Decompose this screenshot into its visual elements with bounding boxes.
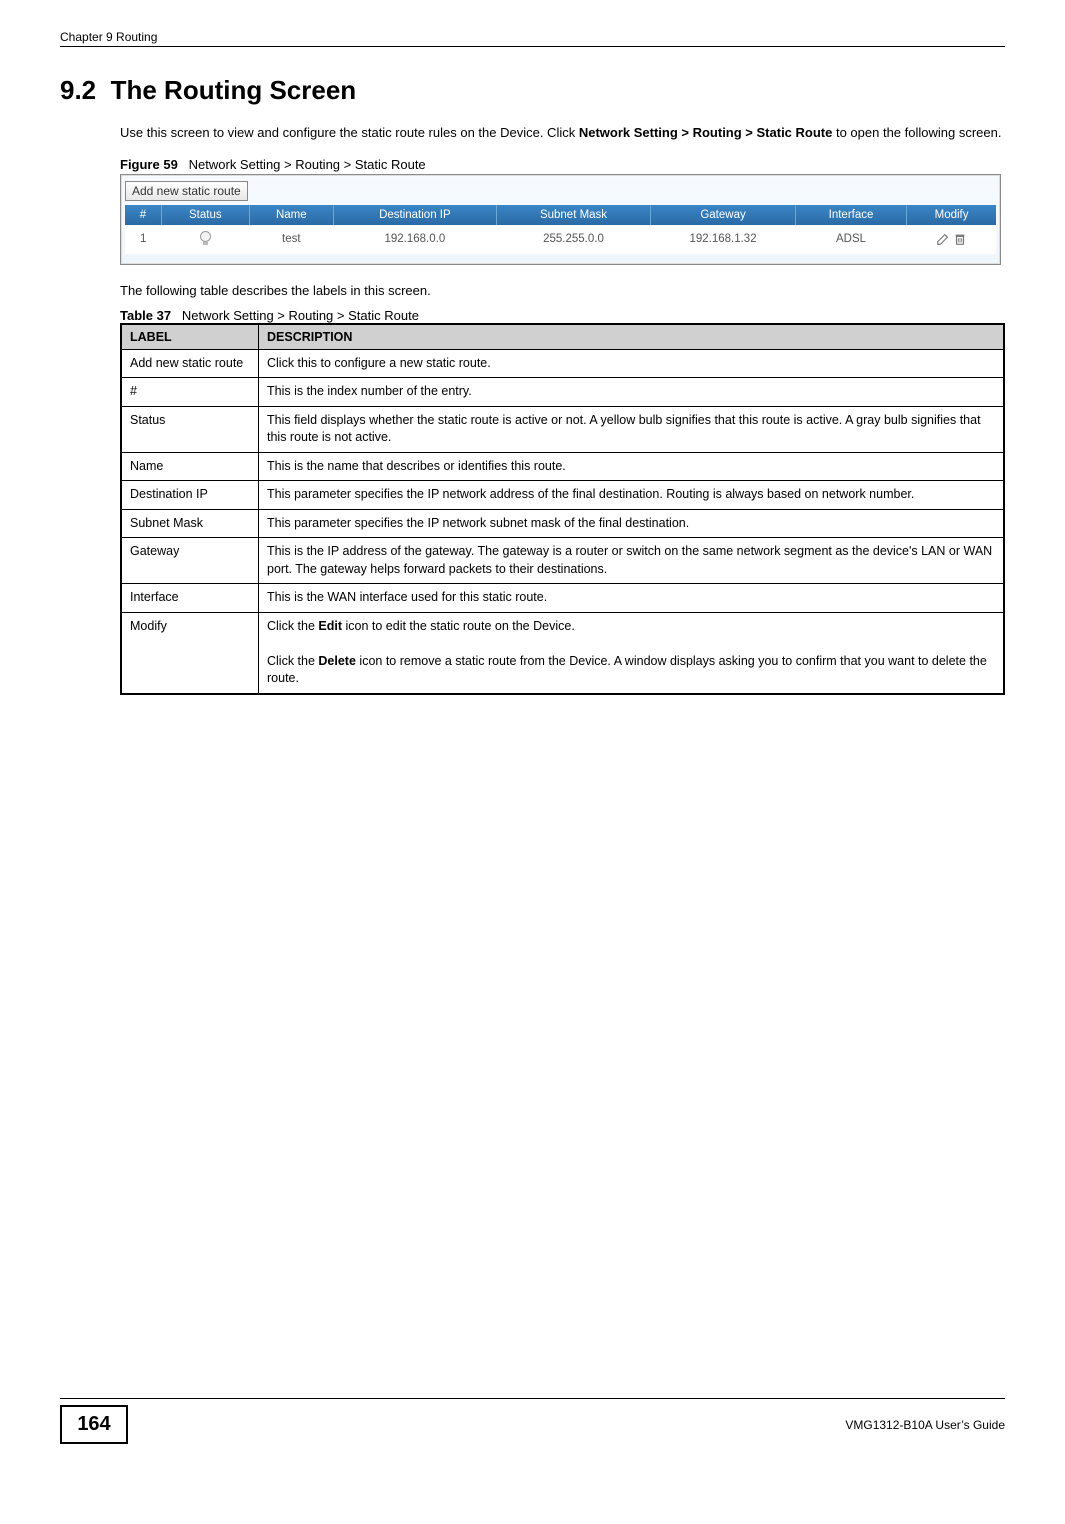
modify-bold-delete: Delete xyxy=(318,654,356,668)
modify-text: Click the xyxy=(267,619,318,633)
static-route-screenshot: Add new static route # Status Name Desti… xyxy=(120,174,1001,265)
col-modify: Modify xyxy=(907,205,996,225)
desc-label: Status xyxy=(121,406,259,452)
desc-row: Add new static route Click this to confi… xyxy=(121,349,1004,378)
chapter-label: Chapter 9 Routing xyxy=(60,30,157,44)
desc-row: Interface This is the WAN interface used… xyxy=(121,584,1004,613)
col-gw: Gateway xyxy=(651,205,796,225)
cell-gw: 192.168.1.32 xyxy=(651,225,796,254)
desc-header-row: LABEL DESCRIPTION xyxy=(121,324,1004,350)
page-number: 164 xyxy=(60,1405,128,1444)
desc-row: Status This field displays whether the s… xyxy=(121,406,1004,452)
desc-label: # xyxy=(121,378,259,407)
desc-head-desc: DESCRIPTION xyxy=(259,324,1005,350)
desc-label: Subnet Mask xyxy=(121,509,259,538)
page-footer: 164 VMG1312-B10A User’s Guide xyxy=(60,1398,1005,1444)
desc-text: Click this to configure a new static rou… xyxy=(259,349,1005,378)
cell-dest: 192.168.0.0 xyxy=(333,225,496,254)
cell-modify xyxy=(907,225,996,254)
desc-row: Destination IP This parameter specifies … xyxy=(121,481,1004,510)
desc-text: This is the index number of the entry. xyxy=(259,378,1005,407)
col-num: # xyxy=(125,205,161,225)
cell-status xyxy=(161,225,249,254)
figure-title: Network Setting > Routing > Static Route xyxy=(189,157,426,172)
guide-name: VMG1312-B10A User’s Guide xyxy=(845,1418,1005,1432)
modify-text: icon to remove a static route from the D… xyxy=(267,654,987,686)
section-title-text: The Routing Screen xyxy=(111,75,357,105)
intro-text-pre: Use this screen to view and configure th… xyxy=(120,125,579,140)
after-figure-text: The following table describes the labels… xyxy=(120,283,1005,298)
desc-label: Add new static route xyxy=(121,349,259,378)
col-status: Status xyxy=(161,205,249,225)
cell-mask: 255.255.0.0 xyxy=(496,225,650,254)
intro-bold-path: Network Setting > Routing > Static Route xyxy=(579,125,833,140)
figure-number: Figure 59 xyxy=(120,157,178,172)
desc-text: This is the name that describes or ident… xyxy=(259,452,1005,481)
desc-text: This is the IP address of the gateway. T… xyxy=(259,538,1005,584)
modify-text: Click the xyxy=(267,654,318,668)
desc-row: Gateway This is the IP address of the ga… xyxy=(121,538,1004,584)
delete-icon[interactable] xyxy=(953,233,967,245)
desc-text: This is the WAN interface used for this … xyxy=(259,584,1005,613)
cell-num: 1 xyxy=(125,225,161,254)
static-routes-table: # Status Name Destination IP Subnet Mask… xyxy=(125,205,996,254)
desc-text: This field displays whether the static r… xyxy=(259,406,1005,452)
page-header: Chapter 9 Routing xyxy=(60,30,1005,47)
description-table: LABEL DESCRIPTION Add new static route C… xyxy=(120,323,1005,695)
section-number: 9.2 xyxy=(60,75,96,105)
col-dest: Destination IP xyxy=(333,205,496,225)
intro-paragraph: Use this screen to view and configure th… xyxy=(120,124,1005,143)
table-row: 1 test 192.168.0.0 255.255.0.0 192.168.1… xyxy=(125,225,996,254)
edit-icon[interactable] xyxy=(936,233,953,245)
desc-row: # This is the index number of the entry. xyxy=(121,378,1004,407)
desc-row-modify: Modify Click the Edit icon to edit the s… xyxy=(121,612,1004,694)
desc-head-label: LABEL xyxy=(121,324,259,350)
bulb-icon[interactable] xyxy=(200,231,210,245)
col-name: Name xyxy=(249,205,333,225)
desc-row: Subnet Mask This parameter specifies the… xyxy=(121,509,1004,538)
table-number: Table 37 xyxy=(120,308,171,323)
desc-label: Gateway xyxy=(121,538,259,584)
cell-name: test xyxy=(249,225,333,254)
desc-text-modify: Click the Edit icon to edit the static r… xyxy=(259,612,1005,694)
desc-row: Name This is the name that describes or … xyxy=(121,452,1004,481)
table-title: Network Setting > Routing > Static Route xyxy=(182,308,419,323)
intro-text-post: to open the following screen. xyxy=(832,125,1001,140)
section-heading: 9.2 The Routing Screen xyxy=(60,75,1005,106)
desc-text: This parameter specifies the IP network … xyxy=(259,509,1005,538)
desc-label: Name xyxy=(121,452,259,481)
table-caption: Table 37 Network Setting > Routing > Sta… xyxy=(120,308,1005,323)
figure-caption: Figure 59 Network Setting > Routing > St… xyxy=(120,157,1005,172)
col-iface: Interface xyxy=(795,205,906,225)
add-button-label: Add new static route xyxy=(132,184,241,198)
desc-label: Interface xyxy=(121,584,259,613)
add-new-static-route-button[interactable]: Add new static route xyxy=(125,181,248,201)
desc-label: Modify xyxy=(121,612,259,694)
col-mask: Subnet Mask xyxy=(496,205,650,225)
table-header-row: # Status Name Destination IP Subnet Mask… xyxy=(125,205,996,225)
desc-text: This parameter specifies the IP network … xyxy=(259,481,1005,510)
desc-label: Destination IP xyxy=(121,481,259,510)
modify-text: icon to edit the static route on the Dev… xyxy=(342,619,575,633)
cell-iface: ADSL xyxy=(795,225,906,254)
modify-bold-edit: Edit xyxy=(318,619,342,633)
